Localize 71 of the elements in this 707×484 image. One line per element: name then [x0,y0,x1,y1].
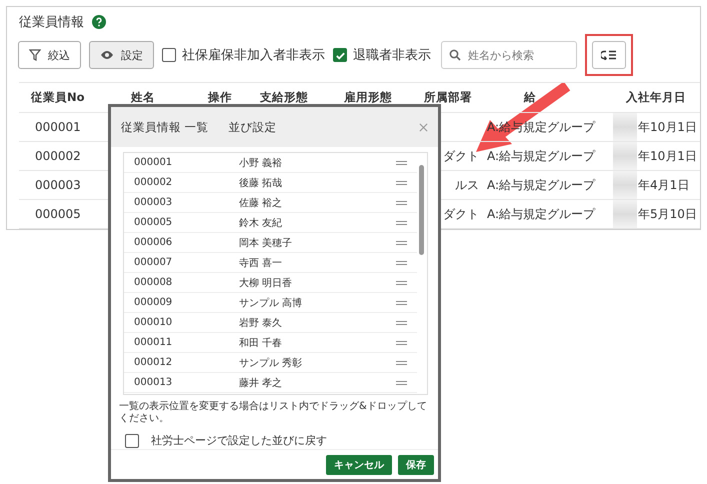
table-cell-text: 年10月1日 [637,118,698,136]
sortable-row[interactable]: 000002 後藤 拓哉 [124,173,417,193]
column-header: 従業員No [30,90,86,105]
table-cell-text: 000001 [34,120,82,134]
drag-handle-icon[interactable] [396,240,407,246]
sortable-row[interactable]: 000010 岩野 泰久 [124,313,417,333]
drag-handle-icon[interactable] [396,260,407,266]
drag-handle-icon[interactable] [396,280,407,286]
drag-handle-icon[interactable] [396,380,407,386]
column-header: 所属部署 [423,90,473,105]
settings-button[interactable]: 設定 [89,41,154,69]
table-cell-text: A:給与規定グループ [486,206,596,222]
drag-handle-icon[interactable] [396,340,407,346]
column-header: 姓名 [130,90,156,105]
drag-handle-icon[interactable] [396,300,407,306]
checkbox[interactable] [333,48,347,62]
checkbox-label: 社労士ページで設定した並びに戻す [151,433,327,448]
drag-handle-icon[interactable] [396,160,407,166]
eye-icon [100,50,114,60]
mosaic-block [613,142,637,170]
table-cell-text: A:給与規定グループ [486,176,596,194]
table-cell-text: ダクト [442,206,480,222]
drag-handle-icon[interactable] [396,180,407,186]
table-cell-text: 年10月1日 [637,148,698,164]
mosaic-block [613,113,637,141]
hint-text: 一覧の表示位置を変更する場合はリスト内でドラッグ&ドロップしてください。 [118,400,428,425]
table-cell-text: 000005 [34,207,82,221]
drag-handle-icon[interactable] [396,220,407,226]
column-header: 操作 [206,90,233,105]
drag-handle-icon[interactable] [396,360,407,366]
drag-handle-icon[interactable] [396,320,407,326]
table-cell-text: 年4月1日 [637,176,690,194]
dialog-title: 従業員情報 一覧 [121,120,209,134]
sortable-row[interactable]: 000005 鈴木 友紀 [124,213,417,233]
drag-handle-icon[interactable] [396,200,407,206]
search-field[interactable]: 姓名から検索 [441,41,577,69]
table-cell-text: ルス [454,176,480,194]
table-cell-text: 年5月10日 [637,206,698,222]
checkbox[interactable] [125,434,139,448]
page-title: 従業員情報 [19,14,84,30]
column-header: 給 [522,90,537,105]
sortable-row[interactable]: 000013 藤井 孝之 [124,373,417,393]
table-cell-text: 000002 [34,149,82,163]
dialog-subtitle: 並び設定 [228,120,277,134]
sortable-row[interactable]: 000008 大柳 明日香 [124,273,417,293]
help-icon[interactable] [92,14,106,28]
save-button[interactable]: 保存 [398,455,434,475]
sortable-row[interactable]: 000012 サンプル 秀彰 [124,353,417,373]
table-cell-text: 000003 [34,178,82,192]
sortable-row[interactable]: 000007 寺西 喜一 [124,253,417,273]
column-header: 支給形態 [259,90,309,105]
checkbox-label: 退職者非表示 [353,47,431,64]
filter-button[interactable]: 絞込 [18,41,81,69]
sort-list-icon [601,50,617,60]
close-icon[interactable] [419,122,428,132]
sortable-row[interactable]: 000009 サンプル 高博 [124,293,417,313]
column-header: 雇用形態 [343,90,393,105]
mosaic-block [613,200,637,228]
filter-icon [29,49,41,61]
column-header: 入社年月日 [625,90,687,105]
checkbox-label: 社保雇保非加入者非表示 [182,47,325,64]
table-cell-text: A:給与規定グループ [486,148,596,164]
sortable-row[interactable]: 000011 和田 千春 [124,333,417,353]
sort-order-button[interactable] [592,41,626,69]
sortable-row[interactable]: 000001 小野 義裕 [124,153,417,173]
cancel-button[interactable]: キャンセル [326,455,392,475]
checkbox[interactable] [162,48,176,62]
sortable-row[interactable]: 000003 佐藤 裕之 [124,193,417,213]
table-cell-text: ダクト [442,148,480,164]
sortable-row[interactable]: 000006 岡本 美穂子 [124,233,417,253]
mosaic-block [613,171,637,199]
